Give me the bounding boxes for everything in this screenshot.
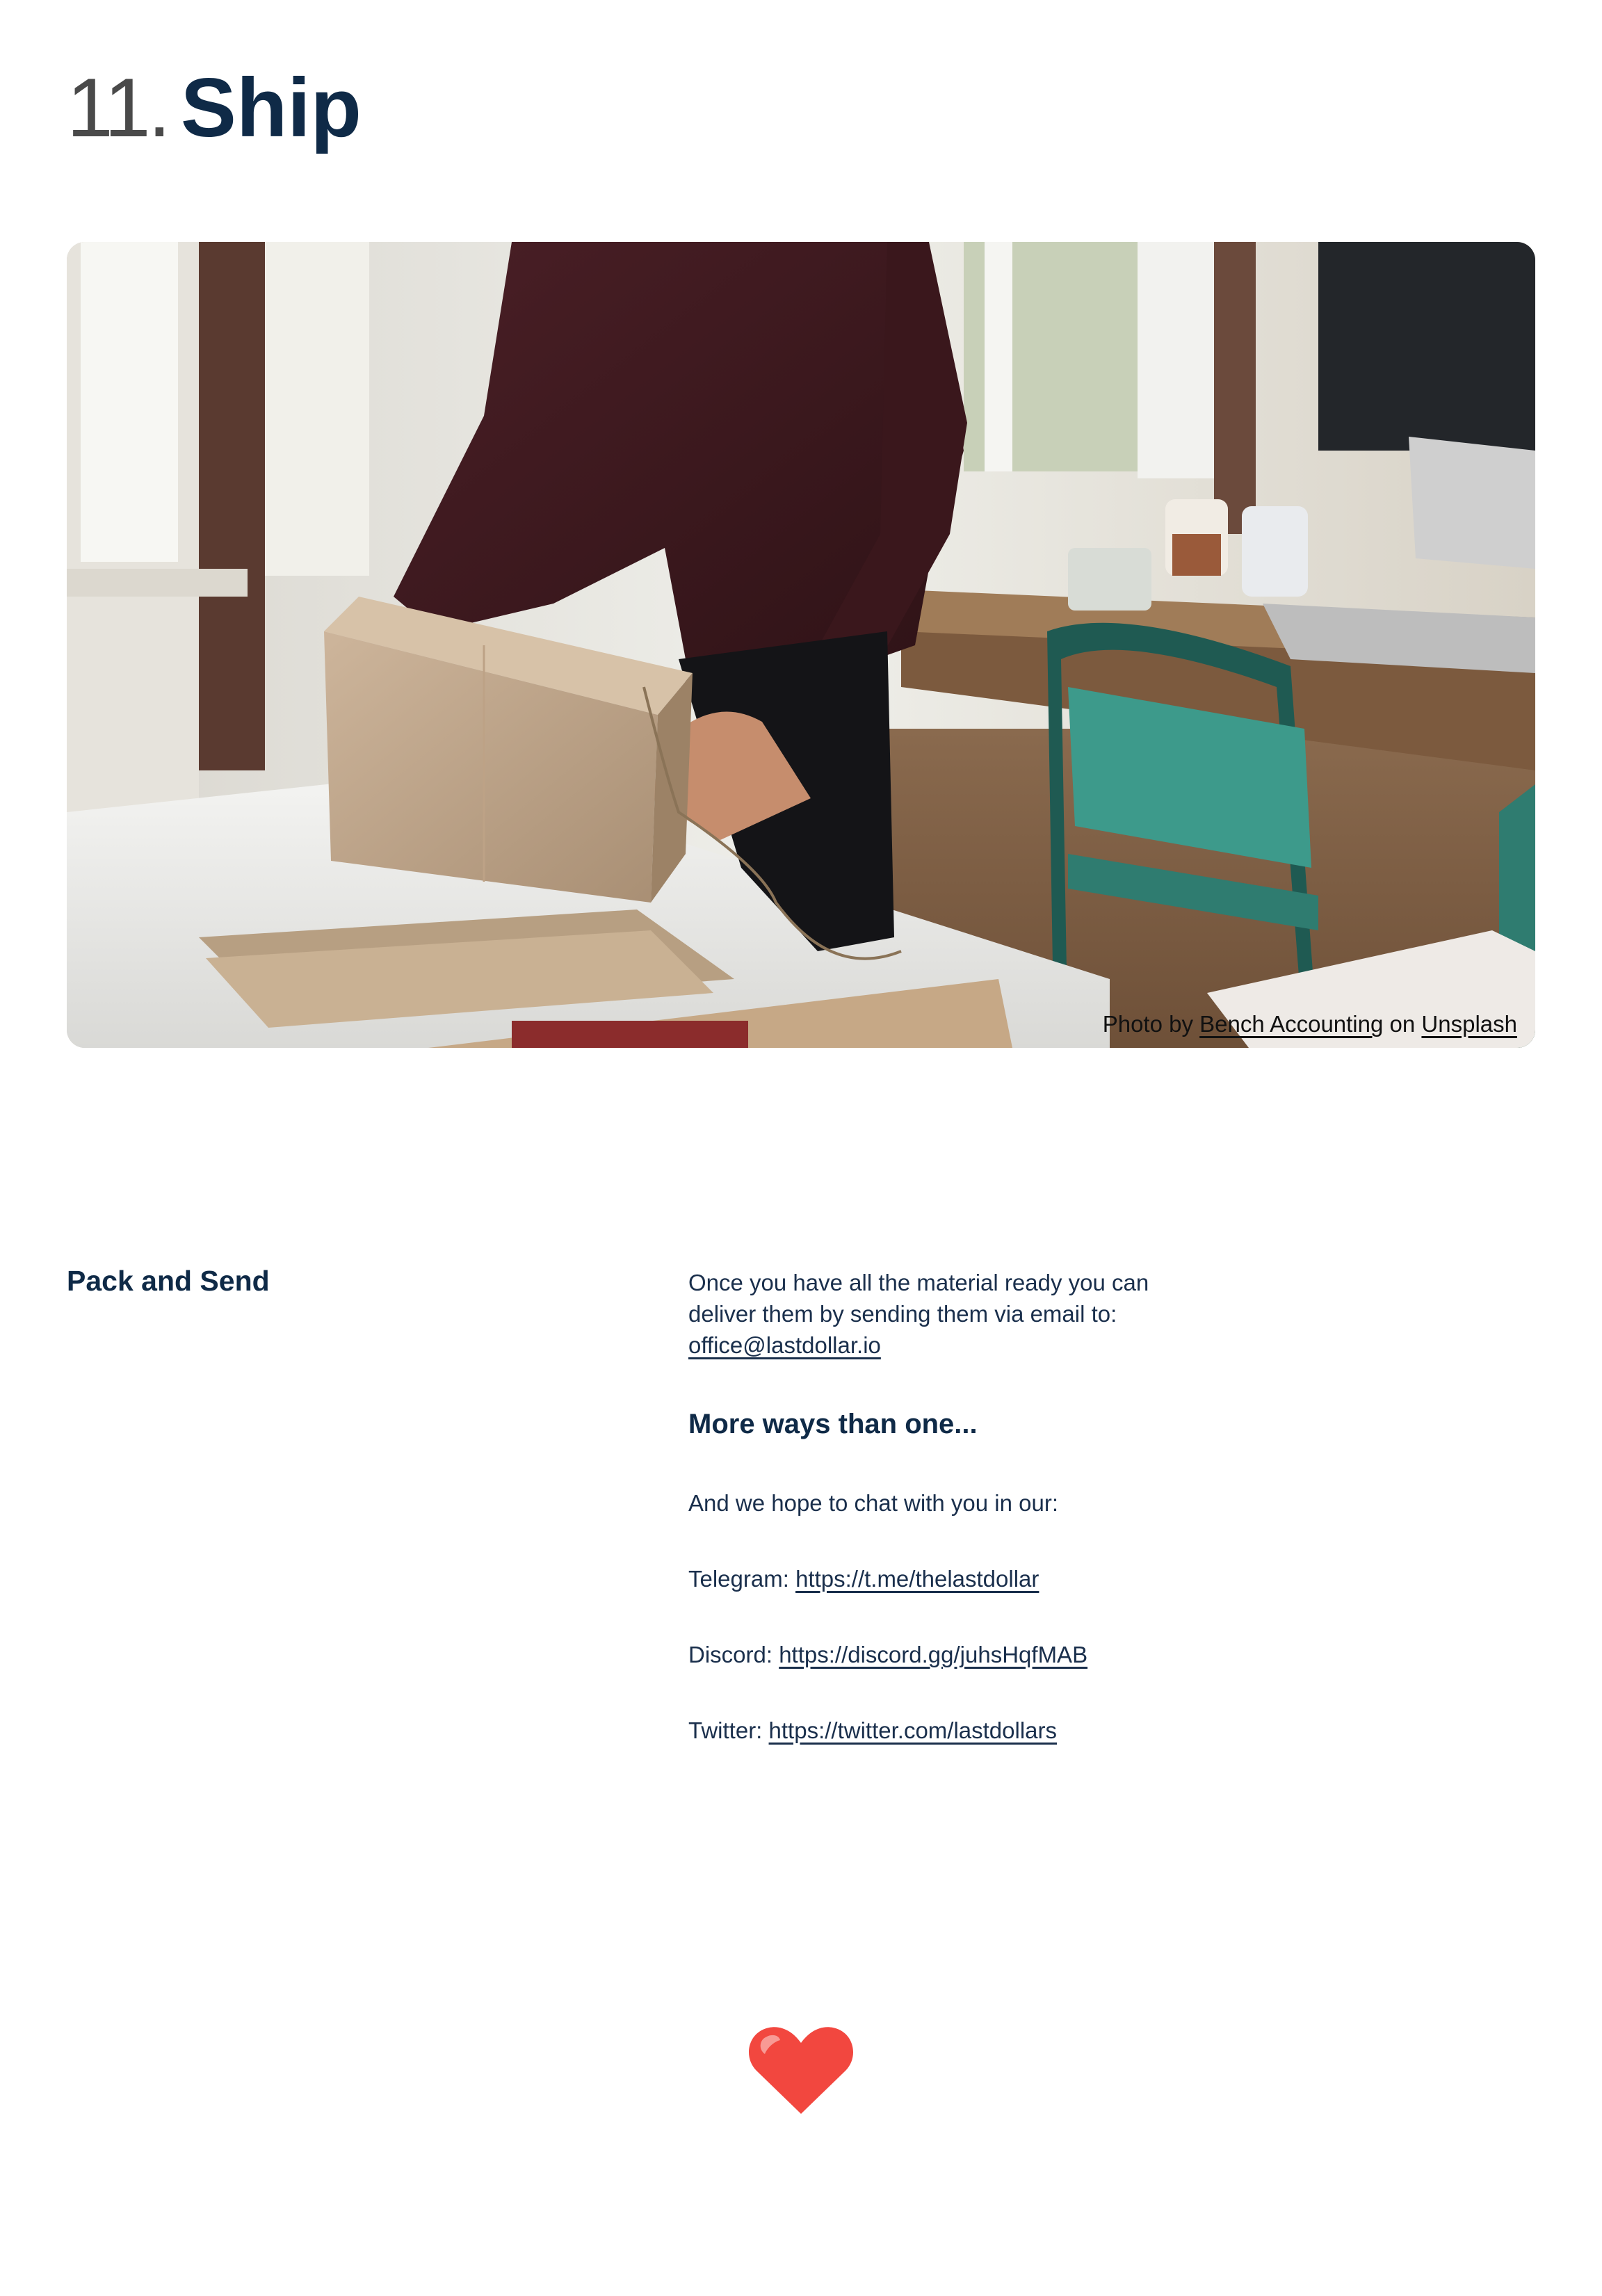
telegram-label: Telegram: <box>688 1566 789 1592</box>
credit-author-link[interactable]: Bench Accounting <box>1199 1011 1383 1037</box>
twitter-label: Twitter: <box>688 1717 763 1743</box>
intro-text: Once you have all the material ready you… <box>688 1270 1149 1327</box>
page-title: 11. Ship <box>67 56 362 160</box>
discord-label: Discord: <box>688 1642 773 1667</box>
heart-icon <box>747 2025 855 2115</box>
telegram-link[interactable]: https://t.me/thelastdollar <box>795 1566 1039 1592</box>
section-word: Ship <box>180 61 362 154</box>
channel-twitter: Twitter: https://twitter.com/lastdollars <box>688 1715 1217 1746</box>
credit-on: on <box>1389 1011 1416 1037</box>
hero-image: Photo by Bench Accounting on Unsplash <box>67 242 1535 1048</box>
channel-telegram: Telegram: https://t.me/thelastdollar <box>688 1563 1217 1594</box>
discord-link[interactable]: https://discord.gg/juhsHqfMAB <box>779 1642 1087 1667</box>
photo-credit: Photo by Bench Accounting on Unsplash <box>1103 1009 1517 1040</box>
credit-source-link[interactable]: Unsplash <box>1421 1011 1517 1037</box>
chat-intro: And we hope to chat with you in our: <box>688 1490 1058 1516</box>
channel-discord: Discord: https://discord.gg/juhsHqfMAB <box>688 1639 1217 1670</box>
twitter-link[interactable]: https://twitter.com/lastdollars <box>769 1717 1057 1743</box>
section-number: 11. <box>67 61 171 154</box>
credit-prefix: Photo by <box>1102 1011 1193 1037</box>
intro-paragraph: Once you have all the material ready you… <box>688 1267 1175 1361</box>
subheading: More ways than one... <box>688 1409 978 1439</box>
email-link[interactable]: office@lastdollar.io <box>688 1332 881 1358</box>
section-title: Pack and Send <box>67 1265 270 1297</box>
hero-photo <box>67 242 1535 1048</box>
section-content: Once you have all the material ready you… <box>688 1267 1217 1746</box>
